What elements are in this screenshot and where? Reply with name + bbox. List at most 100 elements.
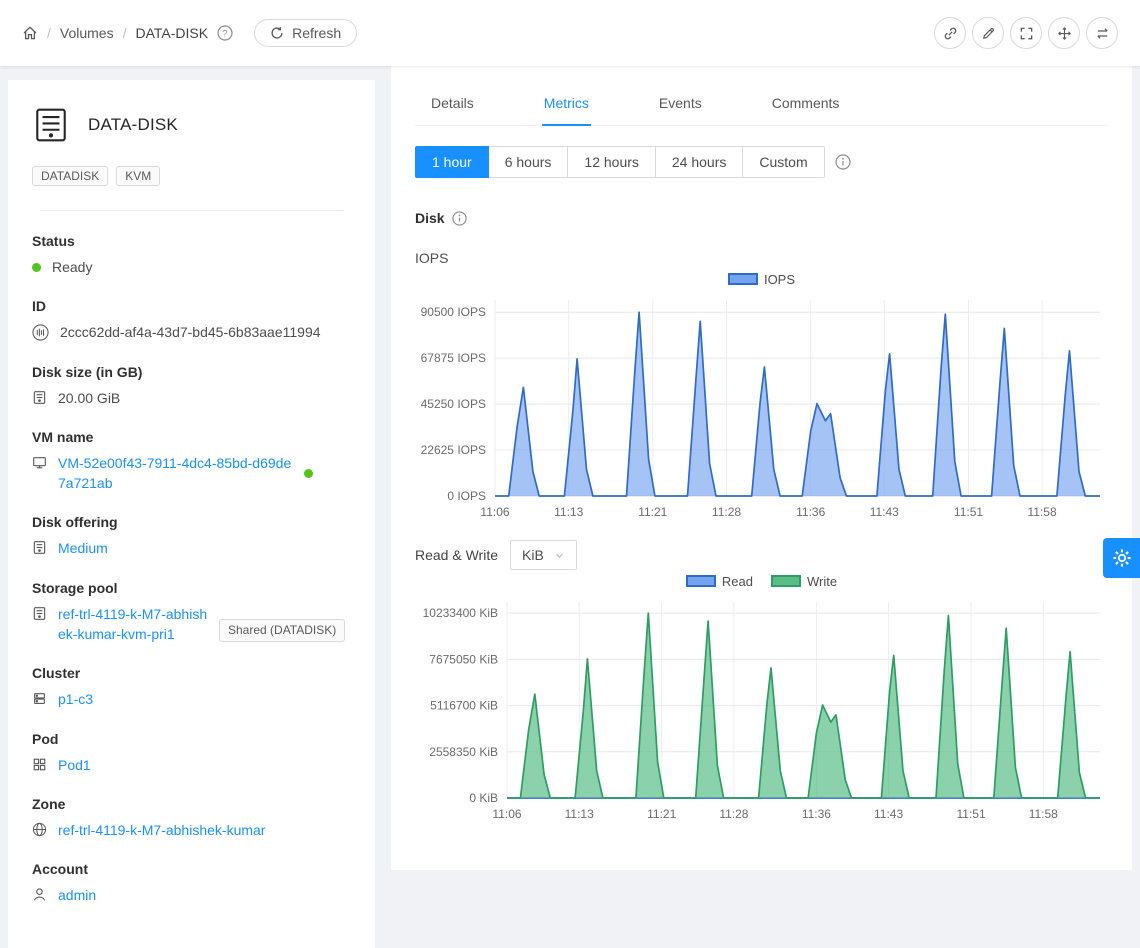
svg-text:11:28: 11:28: [719, 807, 748, 821]
resource-header: DATA-DISK: [32, 104, 351, 144]
read-write-area-chart: 0 KiB2558350 KiB5116700 KiB7675050 KiB10…: [415, 592, 1108, 824]
info-icon[interactable]: [452, 211, 467, 226]
svg-text:90500 IOPS: 90500 IOPS: [421, 305, 486, 319]
svg-text:11:43: 11:43: [874, 807, 903, 821]
status-value: Ready: [52, 257, 92, 277]
vm-name-link[interactable]: VM-52e00f43-7911-4dc4-85bd-d69de7a721ab: [58, 453, 293, 494]
id-value: 2ccc62dd-af4a-43d7-bd45-6b83aae11994: [60, 322, 321, 342]
tag-datadisk: DATADISK: [32, 166, 108, 186]
svg-text:11:13: 11:13: [554, 505, 583, 519]
disk-section-title: Disk: [415, 210, 445, 226]
edit-button[interactable]: [972, 17, 1004, 49]
read-write-title: Read & Write: [415, 547, 498, 563]
svg-text:7675050 KiB: 7675050 KiB: [429, 652, 498, 666]
cluster-icon: [32, 691, 47, 706]
breadcrumb-volumes-link[interactable]: Volumes: [60, 25, 114, 41]
home-icon[interactable]: [22, 25, 38, 41]
account-link[interactable]: admin: [58, 885, 96, 905]
svg-text:0 KiB: 0 KiB: [469, 791, 498, 805]
svg-text:11:06: 11:06: [492, 807, 521, 821]
pod-link[interactable]: Pod1: [58, 755, 91, 775]
chevron-down-icon: [554, 550, 565, 561]
iops-chart-legend: IOPS: [415, 270, 1108, 288]
svg-text:11:58: 11:58: [1029, 807, 1058, 821]
svg-text:11:58: 11:58: [1028, 505, 1057, 519]
breadcrumb: / Volumes / DATA-DISK ? Refresh: [22, 19, 357, 47]
vm-name-label: VM name: [32, 429, 351, 445]
volume-icon: [32, 106, 70, 144]
svg-text:0 IOPS: 0 IOPS: [447, 489, 486, 503]
disk-icon: [32, 390, 47, 405]
user-icon: [32, 887, 47, 902]
status-dot: [32, 263, 41, 272]
swap-arrows-icon: [1095, 26, 1110, 41]
svg-text:67875 IOPS: 67875 IOPS: [421, 351, 486, 365]
fullscreen-icon: [1019, 26, 1034, 41]
help-icon[interactable]: ?: [217, 25, 233, 41]
svg-text:11:36: 11:36: [802, 807, 831, 821]
svg-text:11:51: 11:51: [957, 807, 986, 821]
resource-info-card: DATA-DISK DATADISK KVM Status Ready ID: [8, 80, 375, 948]
svg-text:11:43: 11:43: [870, 505, 899, 519]
tab-events[interactable]: Events: [657, 80, 704, 126]
move-button[interactable]: [1048, 17, 1080, 49]
field-status: Status Ready: [32, 233, 351, 277]
svg-text:10233400 KiB: 10233400 KiB: [423, 606, 498, 620]
vm-status-dot: [304, 469, 313, 478]
migrate-button[interactable]: [1086, 17, 1118, 49]
field-storage-pool: Storage pool ref-trl-4119-k-M7-abhishek-…: [32, 580, 351, 645]
storage-pool-icon: [32, 606, 47, 621]
unit-select[interactable]: KiB: [510, 540, 577, 570]
legend-item: IOPS: [728, 272, 795, 287]
field-disk-offering: Disk offering Medium: [32, 514, 351, 558]
refresh-icon: [270, 26, 284, 40]
zone-link[interactable]: ref-trl-4119-k-M7-abhishek-kumar: [58, 820, 265, 840]
tab-comments[interactable]: Comments: [770, 80, 842, 126]
refresh-button[interactable]: Refresh: [254, 19, 357, 47]
range-24-hours-button[interactable]: 24 hours: [655, 146, 743, 178]
unit-select-value: KiB: [522, 547, 544, 563]
range-6-hours-button[interactable]: 6 hours: [488, 146, 569, 178]
settings-fab-button[interactable]: [1103, 538, 1140, 578]
field-disk-size: Disk size (in GB) 20.00 GiB: [32, 364, 351, 408]
field-account: Account admin: [32, 861, 351, 905]
vm-monitor-icon: [32, 455, 47, 470]
svg-text:11:28: 11:28: [712, 505, 741, 519]
pencil-icon: [981, 26, 996, 41]
svg-text:11:13: 11:13: [565, 807, 594, 821]
copy-link-button[interactable]: [934, 17, 966, 49]
field-cluster: Cluster p1-c3: [32, 665, 351, 709]
range-1-hour-button[interactable]: 1 hour: [415, 146, 489, 178]
refresh-label: Refresh: [292, 25, 341, 41]
disk-offering-label: Disk offering: [32, 514, 351, 530]
storage-pool-badge: Shared (DATADISK): [219, 619, 345, 642]
disk-icon: [32, 540, 47, 555]
range-custom-button[interactable]: Custom: [742, 146, 824, 178]
tag-kvm: KVM: [116, 166, 160, 186]
iops-chart-block: IOPS IOPS 0 IOPS22625 IOPS45250 IOPS6787…: [415, 250, 1108, 522]
info-icon[interactable]: [835, 154, 851, 170]
tab-details[interactable]: Details: [429, 80, 476, 126]
disk-offering-link[interactable]: Medium: [58, 538, 108, 558]
fullscreen-button[interactable]: [1010, 17, 1042, 49]
divider: [40, 210, 343, 211]
header-actions: [934, 17, 1118, 49]
tab-metrics[interactable]: Metrics: [542, 80, 591, 126]
top-header: / Volumes / DATA-DISK ? Refresh: [0, 0, 1140, 66]
pod-label: Pod: [32, 731, 351, 747]
svg-text:45250 IOPS: 45250 IOPS: [421, 397, 486, 411]
id-label: ID: [32, 298, 351, 314]
range-12-hours-button[interactable]: 12 hours: [567, 146, 655, 178]
cluster-link[interactable]: p1-c3: [58, 689, 93, 709]
svg-text:11:06: 11:06: [480, 505, 509, 519]
svg-text:11:51: 11:51: [954, 505, 983, 519]
move-arrows-icon: [1057, 26, 1072, 41]
zone-label: Zone: [32, 796, 351, 812]
tag-row: DATADISK KVM: [32, 166, 351, 186]
storage-pool-link[interactable]: ref-trl-4119-k-M7-abhishek-kumar-kvm-pri…: [58, 604, 208, 645]
pod-grid-icon: [32, 757, 47, 772]
svg-text:2558350 KiB: 2558350 KiB: [429, 745, 498, 759]
account-label: Account: [32, 861, 351, 877]
cluster-label: Cluster: [32, 665, 351, 681]
field-id: ID 2ccc62dd-af4a-43d7-bd45-6b83aae11994: [32, 298, 351, 342]
